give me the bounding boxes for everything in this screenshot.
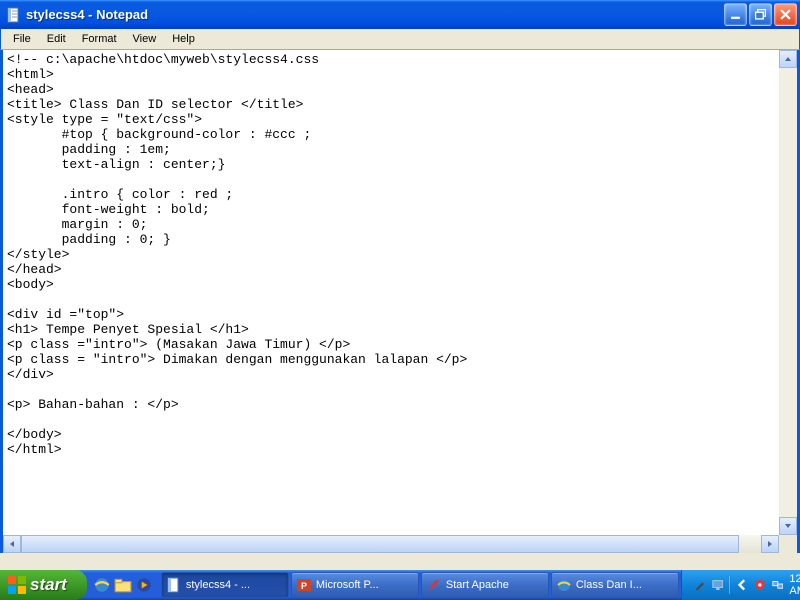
client-area: <!-- c:\apache\htdoc\myweb\stylecss4.css…: [0, 50, 800, 553]
ie-icon: [556, 577, 572, 593]
taskbar: start stylecss4 - ... P Microsoft P... S…: [0, 570, 800, 600]
explorer-icon[interactable]: [114, 576, 132, 594]
scroll-down-button[interactable]: [779, 517, 797, 535]
menu-edit[interactable]: Edit: [39, 31, 74, 47]
start-button[interactable]: start: [0, 570, 87, 600]
window-title: stylecss4 - Notepad: [26, 7, 722, 22]
taskbar-item-ie[interactable]: Class Dan I...: [551, 572, 679, 598]
ie-icon[interactable]: [93, 576, 111, 594]
restore-button[interactable]: [749, 3, 772, 26]
taskbar-item-notepad[interactable]: stylecss4 - ...: [161, 572, 289, 598]
taskbar-tasks: stylecss4 - ... P Microsoft P... Start A…: [159, 570, 681, 600]
start-label: start: [30, 575, 67, 595]
horizontal-scroll-thumb[interactable]: [21, 535, 739, 553]
scroll-up-button[interactable]: [779, 50, 797, 68]
vertical-scroll-track[interactable]: [779, 68, 797, 517]
chevron-left-icon[interactable]: [736, 578, 748, 592]
quick-launch: [87, 570, 159, 600]
taskbar-item-powerpoint[interactable]: P Microsoft P...: [291, 572, 419, 598]
menu-format[interactable]: Format: [74, 31, 125, 47]
menu-file[interactable]: File: [5, 31, 39, 47]
taskbar-item-label: Start Apache: [446, 579, 509, 591]
taskbar-clock[interactable]: 12:32 AM: [789, 573, 800, 597]
monitor-tray-icon[interactable]: [712, 578, 724, 592]
shield-tray-icon[interactable]: [754, 578, 766, 592]
notepad-icon: [166, 577, 182, 593]
tray-separator: [729, 576, 730, 594]
notepad-app-icon: [6, 7, 22, 23]
system-tray: 12:32 AM: [681, 570, 800, 600]
minimize-button[interactable]: [724, 3, 747, 26]
svg-text:P: P: [301, 581, 307, 591]
feather-icon: [426, 577, 442, 593]
window-titlebar: stylecss4 - Notepad: [0, 0, 800, 29]
network-tray-icon[interactable]: [772, 578, 784, 592]
taskbar-item-label: Class Dan I...: [576, 579, 642, 591]
scroll-left-button[interactable]: [3, 535, 21, 553]
scrollbar-corner: [779, 535, 797, 553]
taskbar-item-label: stylecss4 - ...: [186, 579, 250, 591]
scroll-right-button[interactable]: [761, 535, 779, 553]
pen-tray-icon[interactable]: [694, 578, 706, 592]
powerpoint-icon: P: [296, 577, 312, 593]
text-editor[interactable]: <!-- c:\apache\htdoc\myweb\stylecss4.css…: [3, 50, 779, 535]
vertical-scrollbar[interactable]: [779, 50, 797, 535]
horizontal-scrollbar[interactable]: [3, 535, 779, 553]
menu-bar: File Edit Format View Help: [0, 29, 800, 50]
close-button[interactable]: [774, 3, 797, 26]
media-player-icon[interactable]: [135, 576, 153, 594]
taskbar-item-label: Microsoft P...: [316, 579, 379, 591]
menu-view[interactable]: View: [125, 31, 165, 47]
horizontal-scroll-track[interactable]: [21, 535, 761, 553]
taskbar-item-apache[interactable]: Start Apache: [421, 572, 549, 598]
menu-help[interactable]: Help: [164, 31, 203, 47]
